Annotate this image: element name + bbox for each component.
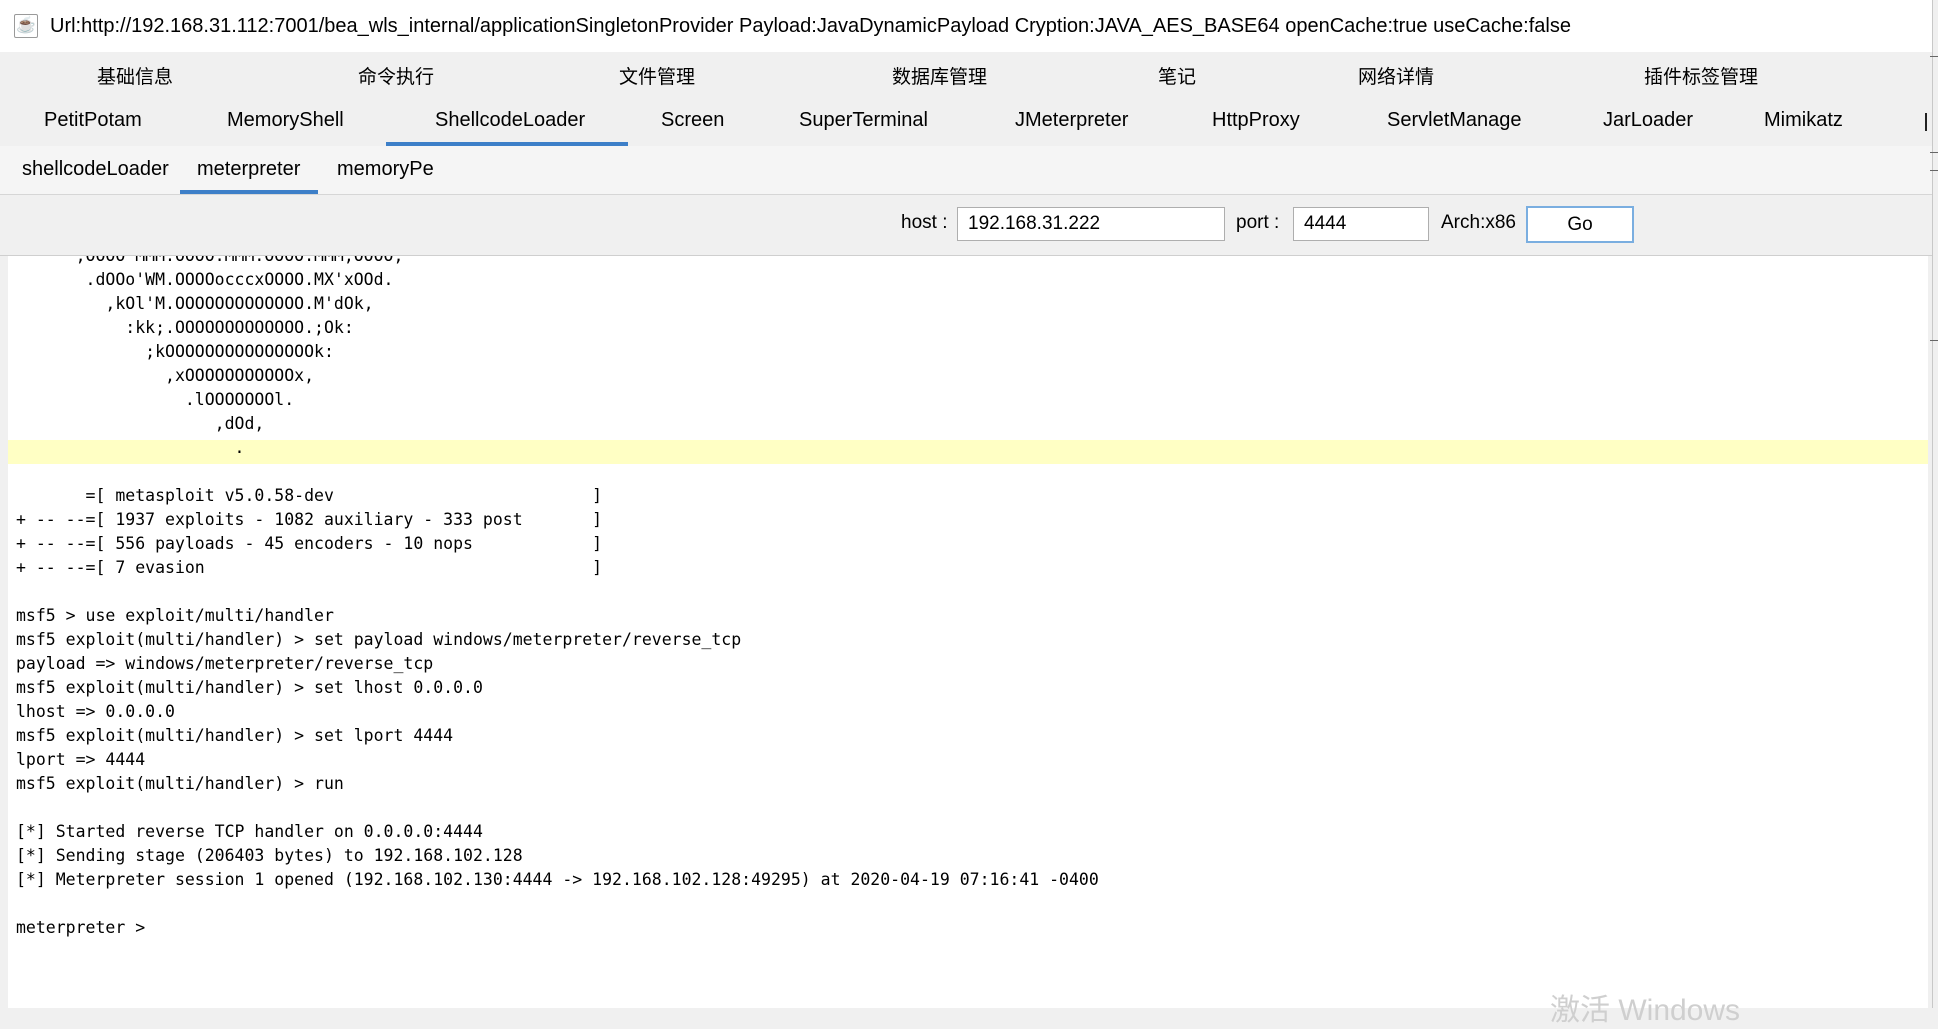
tab-httpproxy[interactable]: HttpProxy [1212,109,1300,132]
tab-jarloader[interactable]: JarLoader [1603,109,1693,132]
java-app-icon: ☕ [14,14,38,38]
tab-jmeterpreter[interactable]: JMeterpreter [1015,109,1128,132]
tab-memorype[interactable]: memoryPe [337,158,434,181]
console-output[interactable]: ;OOOO MMM.OOOO.MMM:OOOO.MMM;OOOO; .dOOo'… [8,256,1928,1008]
host-label: host : [901,212,948,233]
tab-screen[interactable]: Screen [661,109,724,132]
tab-bar-plugins: PetitPotam MemoryShell ShellcodeLoader S… [0,99,1932,147]
tab-bar-main: 基础信息 命令执行 文件管理 数据库管理 笔记 网络详情 插件标签管理 [0,52,1932,99]
tab-command-exec[interactable]: 命令执行 [358,62,434,89]
edge-line [1930,56,1938,57]
arch-label: Arch:x86 [1441,212,1516,233]
edge-line [1930,152,1938,153]
tab-database-manager[interactable]: 数据库管理 [892,62,987,89]
tab-notes[interactable]: 笔记 [1158,62,1196,89]
console-text: ;OOOO MMM.OOOO.MMM:OOOO.MMM;OOOO; .dOOo'… [16,256,1099,937]
tab-network-details[interactable]: 网络详情 [1358,62,1434,89]
port-input[interactable] [1293,207,1429,241]
active-subtab-indicator [180,190,318,194]
tab-overflow-marker [1925,113,1927,131]
tab-shellcodeloader[interactable]: ShellcodeLoader [435,109,585,132]
port-label: port : [1236,212,1280,233]
application-window: ☕ Url:http://192.168.31.112:7001/bea_wls… [0,0,1933,1027]
tab-plugin-tag-manager[interactable]: 插件标签管理 [1644,62,1758,89]
tab-memoryshell[interactable]: MemoryShell [227,109,344,132]
tab-file-manager[interactable]: 文件管理 [619,62,695,89]
tab-petitpotam[interactable]: PetitPotam [44,109,142,132]
edge-line [1930,170,1938,171]
tab-servletmanage[interactable]: ServletManage [1387,109,1522,132]
tab-meterpreter[interactable]: meterpreter [197,158,300,181]
tab-superterminal[interactable]: SuperTerminal [799,109,928,132]
windows-activation-watermark: 激活 Windows [1550,994,1741,1027]
go-button[interactable]: Go [1526,206,1634,243]
tab-bar-loader: shellcodeLoader meterpreter memoryPe [0,146,1932,195]
tab-mimikatz[interactable]: Mimikatz [1764,109,1843,132]
host-input[interactable] [957,207,1225,241]
connection-form: host : port : Arch:x86 Go [0,195,1932,256]
window-title: Url:http://192.168.31.112:7001/bea_wls_i… [50,14,1571,37]
title-bar: ☕ Url:http://192.168.31.112:7001/bea_wls… [0,0,1932,52]
tab-basic-info[interactable]: 基础信息 [97,62,173,89]
tab-shellcodeloader-sub[interactable]: shellcodeLoader [22,158,169,181]
edge-line [1930,340,1938,341]
